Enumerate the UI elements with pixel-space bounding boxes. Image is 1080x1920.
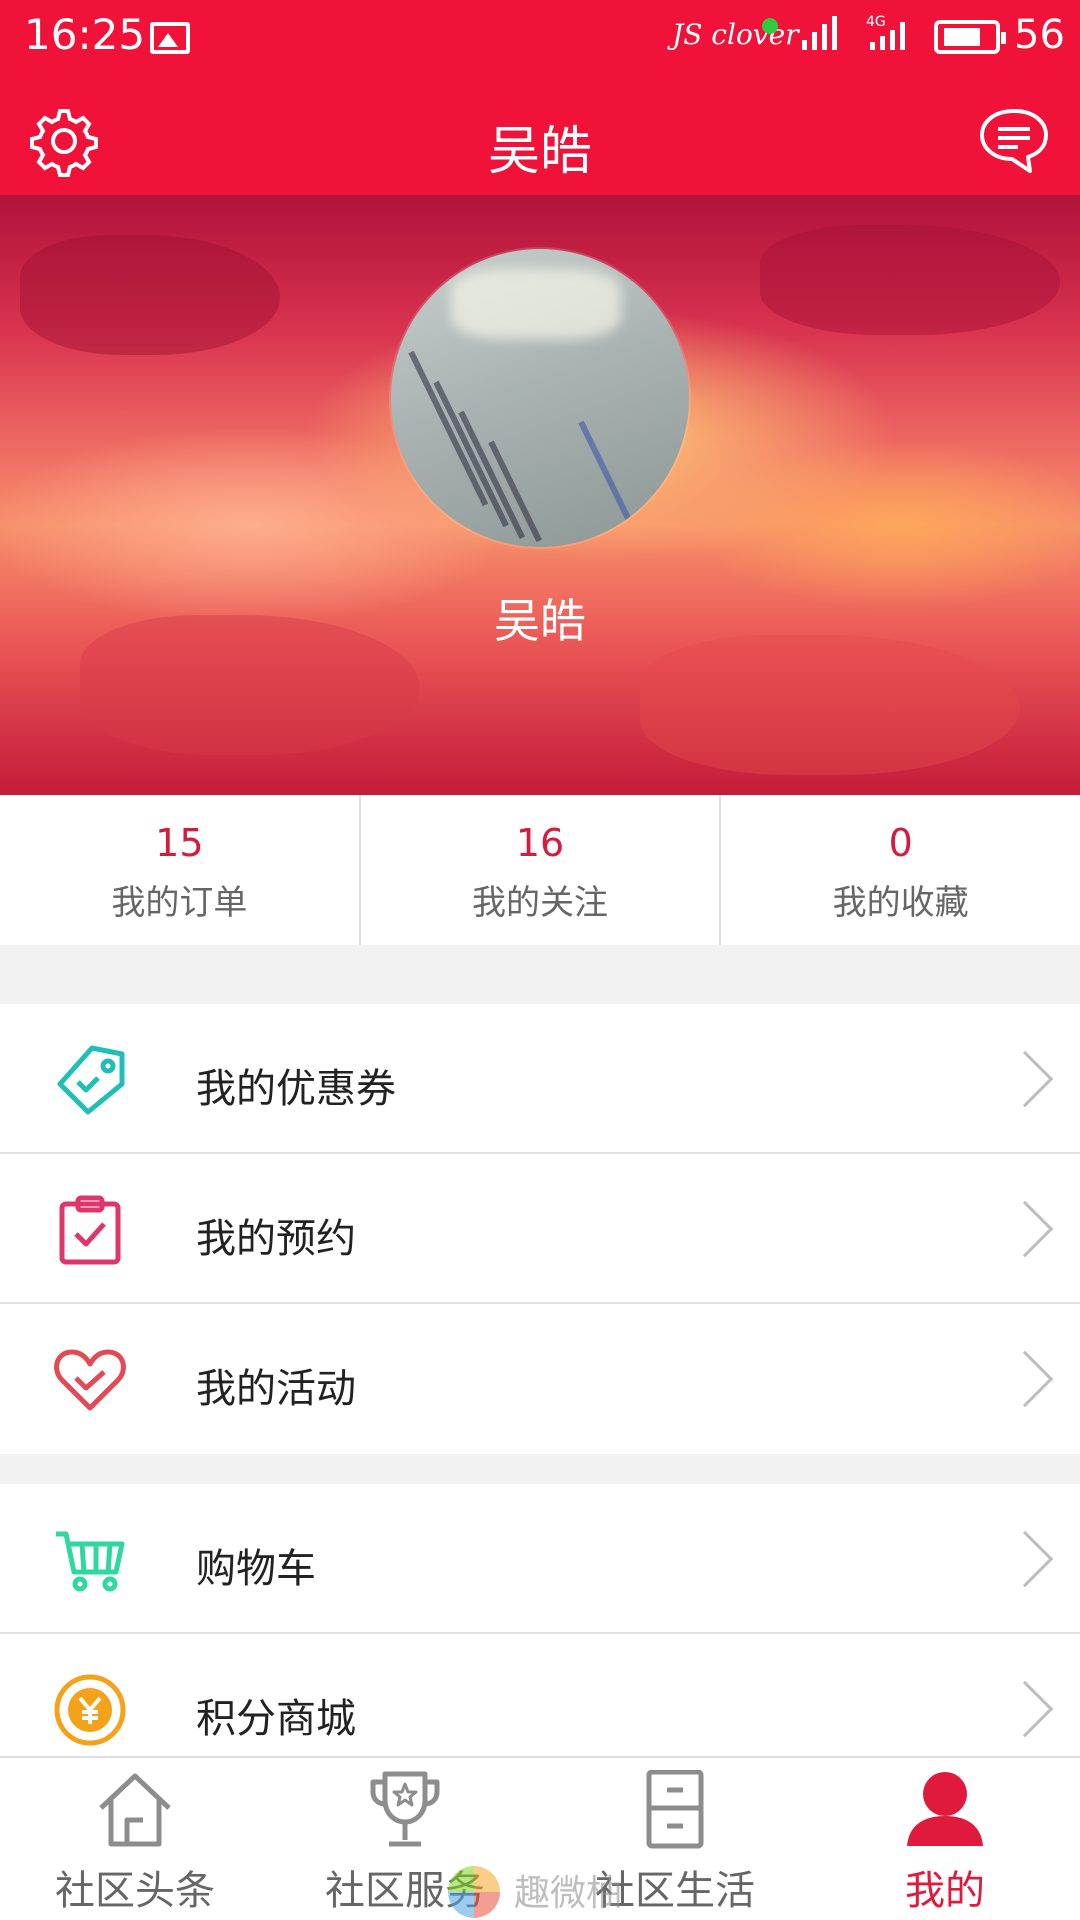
heart-check-icon [54, 1349, 126, 1411]
menu-group-shopping: 购物车 积分商城 [0, 1484, 1080, 1784]
avatar[interactable] [391, 249, 689, 547]
battery-icon [934, 20, 1006, 54]
stat-label: 我的订单 [111, 883, 248, 923]
cabinet-icon [646, 1770, 704, 1849]
stat-label: 我的收藏 [832, 883, 969, 923]
house-icon [99, 1773, 171, 1847]
stat-value: 16 [515, 821, 565, 865]
menu-item-label: 积分商城 [196, 1696, 356, 1742]
status-time: 16:25 [24, 10, 146, 59]
signal-icon-2 [870, 22, 905, 50]
banner-texture [760, 225, 1060, 335]
battery-level: 56 [1014, 12, 1065, 58]
menu-item-activities[interactable]: 我的活动 [0, 1304, 1080, 1454]
chevron-right-icon [996, 1200, 1054, 1258]
stat-value: 15 [155, 821, 204, 865]
menu-item-label: 购物车 [196, 1546, 316, 1592]
menu-item-label: 我的优惠券 [196, 1066, 396, 1112]
menu-item-appointments[interactable]: 我的预约 [0, 1154, 1080, 1304]
watermark-logo-icon [448, 1866, 500, 1918]
coupon-tag-icon [57, 1045, 125, 1115]
person-icon [907, 1772, 983, 1846]
page-title: 吴皓 [487, 122, 592, 182]
stat-following[interactable]: 16 我的关注 [358, 795, 720, 945]
clover-icon [762, 18, 778, 34]
nav-label: 社区头条 [55, 1868, 215, 1914]
messages-button[interactable] [978, 105, 1050, 177]
stat-value: 0 [888, 821, 913, 865]
chevron-right-icon [996, 1680, 1054, 1738]
tab-community-headlines[interactable]: 社区头条 [0, 1758, 270, 1920]
profile-banner: 吴皓 [0, 195, 1080, 795]
menu-item-label: 我的预约 [196, 1216, 356, 1262]
profile-name: 吴皓 [494, 594, 586, 648]
image-icon [150, 22, 190, 54]
menu-group-account: 我的优惠券 我的预约 我的活动 [0, 1004, 1080, 1454]
profile-screen: 16:25 JS clover 4G 56 吴皓 吴皓 15 我的订单 16 我… [0, 0, 1080, 1920]
stat-favorites[interactable]: 0 我的收藏 [719, 795, 1080, 945]
trophy-icon [370, 1771, 440, 1847]
menu-item-cart[interactable]: 购物车 [0, 1484, 1080, 1634]
stat-orders[interactable]: 15 我的订单 [0, 795, 359, 945]
chat-bubble-icon [980, 109, 1048, 173]
tab-mine[interactable]: 我的 [810, 1758, 1080, 1920]
menu-item-label: 我的活动 [196, 1366, 356, 1412]
nav-label: 我的 [905, 1868, 985, 1914]
banner-texture [20, 235, 280, 355]
stats-row: 15 我的订单 16 我的关注 0 我的收藏 [0, 795, 1080, 945]
chevron-right-icon [996, 1350, 1054, 1408]
title-bar: 吴皓 [0, 73, 1080, 195]
yen-coin-icon [54, 1674, 126, 1746]
status-carrier: JS clover [672, 18, 799, 51]
status-bar: 16:25 JS clover 4G 56 [0, 0, 1080, 73]
shopping-cart-icon [56, 1531, 125, 1592]
chevron-right-icon [996, 1530, 1054, 1588]
signal-icon [802, 14, 837, 50]
watermark-text: 趣微柚 [514, 1873, 623, 1914]
clipboard-check-icon [59, 1195, 121, 1265]
chevron-right-icon [996, 1050, 1054, 1108]
banner-texture [640, 635, 1020, 775]
menu-item-coupons[interactable]: 我的优惠券 [0, 1004, 1080, 1154]
stat-label: 我的关注 [472, 883, 608, 923]
watermark: 趣微柚 [448, 1862, 638, 1920]
